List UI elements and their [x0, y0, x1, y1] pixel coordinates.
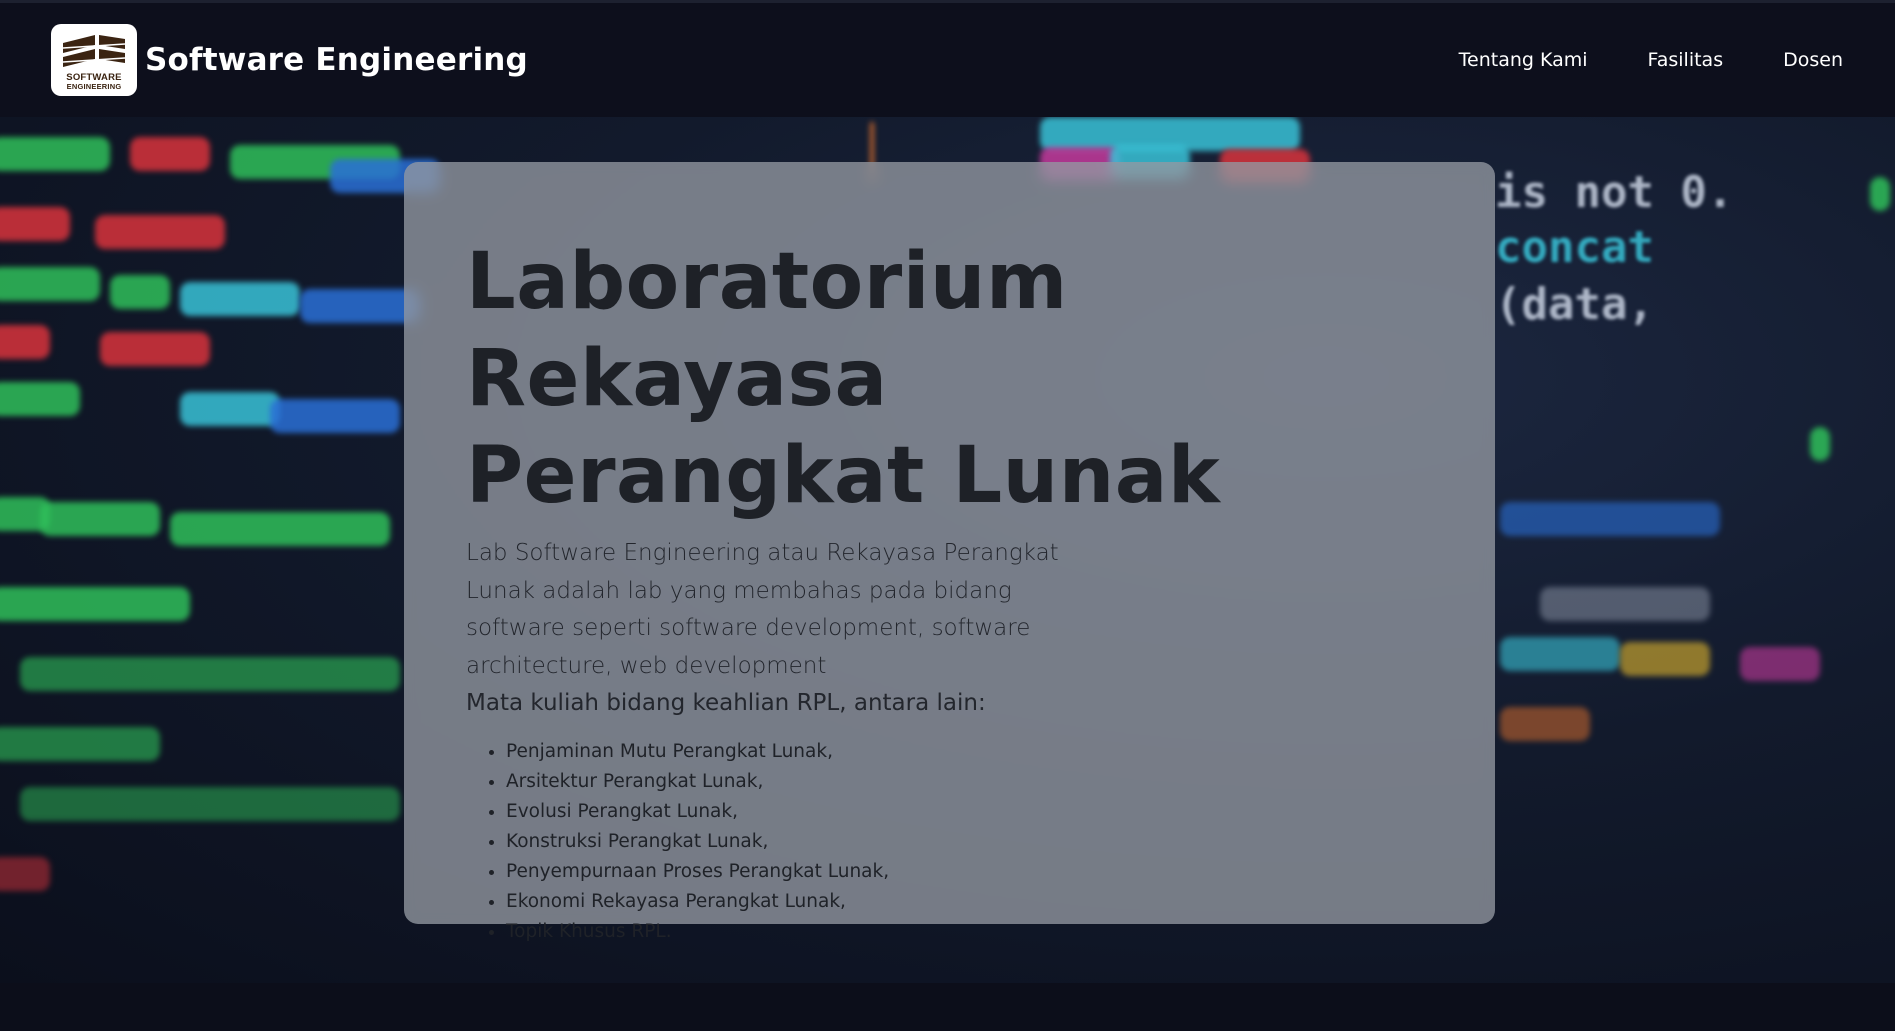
course-item: Penjaminan Mutu Perangkat Lunak,: [506, 737, 1495, 767]
course-item: Konstruksi Perangkat Lunak,: [506, 827, 1495, 857]
course-item: Evolusi Perangkat Lunak,: [506, 797, 1495, 827]
brand-link[interactable]: SOFTWARE ENGINEERING Software Engineerin…: [51, 24, 528, 96]
software-engineering-logo-icon: SOFTWARE ENGINEERING: [51, 24, 137, 96]
nav-link-tentang-kami[interactable]: Tentang Kami: [1459, 49, 1588, 71]
brand-title: Software Engineering: [145, 42, 528, 78]
hero-title: Laboratorium Rekayasa Perangkat Lunak: [466, 234, 1426, 525]
course-item: Topik Khusus RPL.: [506, 917, 1495, 947]
hero-description: Lab Software Engineering atau Rekayasa P…: [466, 540, 1059, 679]
nav-link-dosen[interactable]: Dosen: [1783, 49, 1843, 71]
hero-card: Laboratorium Rekayasa Perangkat Lunak La…: [404, 162, 1495, 942]
logo-text-line2: ENGINEERING: [66, 82, 122, 91]
footer-strip: [0, 983, 1895, 1031]
hero-title-line1: Laboratorium Rekayasa: [466, 237, 1068, 424]
navbar: SOFTWARE ENGINEERING Software Engineerin…: [0, 3, 1895, 117]
nav-link-fasilitas[interactable]: Fasilitas: [1648, 49, 1724, 71]
course-item: Arsitektur Perangkat Lunak,: [506, 767, 1495, 797]
logo-mark-icon: [62, 35, 126, 67]
courses-intro: Mata kuliah bidang keahlian RPL, antara …: [466, 690, 986, 716]
hero-title-line2: Perangkat Lunak: [466, 431, 1221, 521]
course-item: Ekonomi Rekayasa Perangkat Lunak,: [506, 887, 1495, 917]
course-list: Penjaminan Mutu Perangkat Lunak, Arsitek…: [466, 737, 1495, 947]
course-item: Penyempurnaan Proses Perangkat Lunak,: [506, 857, 1495, 887]
nav-links: Tentang Kami Fasilitas Dosen: [1459, 49, 1843, 71]
